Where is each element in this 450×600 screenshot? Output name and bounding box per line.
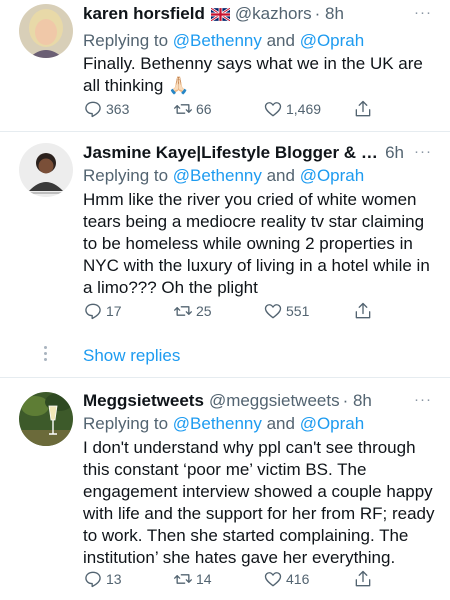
author-handle[interactable]: @kazhors bbox=[235, 4, 312, 24]
retweet-icon bbox=[174, 306, 192, 316]
reply-count: 363 bbox=[106, 101, 130, 117]
retweet-icon bbox=[174, 104, 192, 114]
mention-oprah[interactable]: @Oprah bbox=[300, 31, 365, 50]
mention-bethenny[interactable]: @Bethenny bbox=[173, 414, 262, 433]
tweet-time[interactable]: · 8h bbox=[315, 4, 344, 24]
retweet-button[interactable]: 25 bbox=[173, 301, 212, 321]
share-icon bbox=[355, 302, 371, 319]
tweet-time[interactable]: · 8h bbox=[343, 391, 372, 411]
mention-oprah[interactable]: @Oprah bbox=[300, 166, 365, 185]
avatar-meggsie[interactable] bbox=[19, 392, 73, 446]
reply-count: 17 bbox=[106, 303, 122, 319]
tweet-text: Hmm like the river you cried of white wo… bbox=[83, 190, 430, 297]
reply-icon bbox=[85, 303, 101, 320]
reply-button[interactable]: 17 bbox=[83, 301, 122, 321]
author-name[interactable]: Jasmine Kaye|Lifestyle Blogger & C... bbox=[83, 143, 380, 163]
like-count: 1,469 bbox=[286, 101, 322, 117]
retweet-count: 25 bbox=[196, 303, 212, 319]
retweet-count: 14 bbox=[196, 571, 212, 587]
mention-oprah[interactable]: @Oprah bbox=[300, 414, 365, 433]
like-button[interactable]: 551 bbox=[263, 301, 309, 321]
tweet-divider bbox=[0, 377, 450, 378]
tweet-actions: 13 14 416 bbox=[83, 569, 383, 591]
reply-button[interactable]: 13 bbox=[83, 569, 122, 589]
retweet-count: 66 bbox=[196, 101, 212, 117]
retweet-button[interactable]: 14 bbox=[173, 569, 212, 589]
uk-flag-icon bbox=[210, 7, 230, 21]
tweet-divider bbox=[0, 131, 450, 132]
thread-connector bbox=[44, 346, 48, 364]
mention-bethenny[interactable]: @Bethenny bbox=[173, 166, 262, 185]
share-icon bbox=[355, 100, 371, 117]
share-icon bbox=[355, 570, 371, 587]
share-button[interactable] bbox=[353, 301, 373, 321]
like-icon bbox=[264, 102, 282, 117]
replying-to: Replying to @Bethenny and @Oprah bbox=[83, 31, 365, 50]
more-icon[interactable]: ··· bbox=[414, 143, 432, 160]
more-icon[interactable]: ··· bbox=[414, 4, 432, 21]
tweet-actions: 17 25 551 bbox=[83, 301, 383, 323]
author-name[interactable]: karen horsfield bbox=[83, 4, 205, 24]
retweet-icon bbox=[174, 574, 192, 584]
like-button[interactable]: 416 bbox=[263, 569, 309, 589]
like-count: 416 bbox=[286, 571, 310, 587]
like-button[interactable]: 1,469 bbox=[263, 99, 321, 119]
mention-bethenny[interactable]: @Bethenny bbox=[173, 31, 262, 50]
like-count: 551 bbox=[286, 303, 310, 319]
tweet-text: I don't understand why ppl can't see thr… bbox=[83, 438, 435, 567]
replying-to: Replying to @Bethenny and @Oprah bbox=[83, 166, 365, 185]
share-button[interactable] bbox=[353, 569, 373, 589]
more-icon[interactable]: ··· bbox=[414, 391, 432, 408]
avatar-karen[interactable] bbox=[19, 4, 73, 58]
avatar-jasmine[interactable] bbox=[19, 143, 73, 197]
share-button[interactable] bbox=[353, 99, 373, 119]
show-replies-link[interactable]: Show replies bbox=[83, 346, 180, 366]
like-icon bbox=[264, 304, 282, 319]
author-name[interactable]: Meggsietweets bbox=[83, 391, 204, 411]
like-icon bbox=[264, 572, 282, 587]
author-handle[interactable]: @meggsietweets bbox=[209, 391, 340, 411]
reply-icon bbox=[85, 101, 101, 118]
tweet-actions: 363 66 1,469 bbox=[83, 99, 383, 121]
reply-button[interactable]: 363 bbox=[83, 99, 129, 119]
tweet-text: Finally. Bethenny says what we in the UK… bbox=[83, 54, 423, 95]
reply-icon bbox=[85, 571, 101, 588]
replying-to: Replying to @Bethenny and @Oprah bbox=[83, 414, 365, 433]
retweet-button[interactable]: 66 bbox=[173, 99, 212, 119]
tweet-time[interactable]: 6h bbox=[385, 143, 404, 163]
reply-count: 13 bbox=[106, 571, 122, 587]
